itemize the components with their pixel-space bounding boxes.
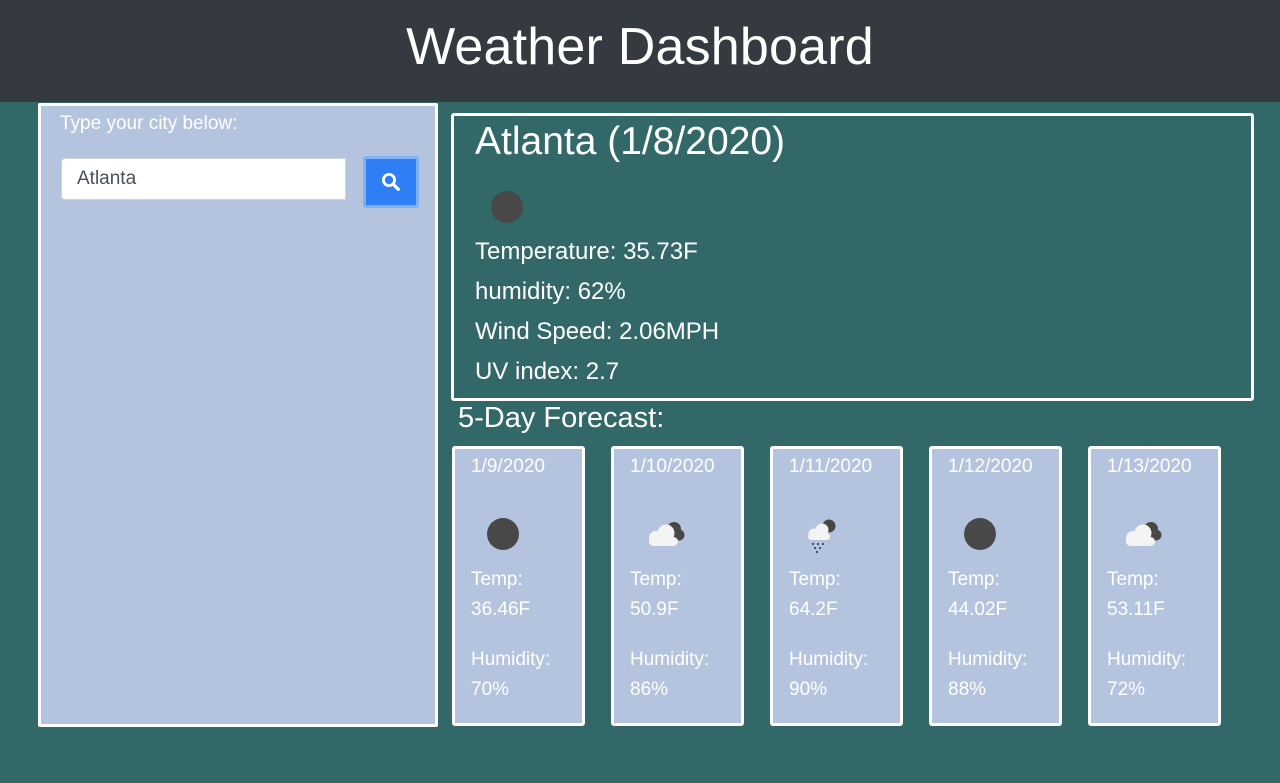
forecast-humidity: 72% <box>1107 679 1146 700</box>
forecast-date: 1/9/2020 <box>471 456 545 477</box>
forecast-card: 1/11/2020 Temp: 64.2F Humidity: 90% <box>770 446 903 726</box>
forecast-card: 1/12/2020 Temp: 44.02F Humidity: 88% <box>929 446 1062 726</box>
rain-night-icon <box>808 519 836 554</box>
search-icon <box>382 173 400 191</box>
search-panel: Type your city below: <box>38 103 438 727</box>
forecast-temp: 53.11F <box>1107 599 1165 620</box>
current-city-title: Atlanta (1/8/2020) <box>475 120 786 163</box>
forecast-temp-label: Temp: <box>630 569 682 590</box>
temperature-text: Temperature: 35.73F <box>475 238 698 265</box>
forecast-humidity-label: Humidity: <box>630 649 710 670</box>
moon-icon <box>487 518 519 550</box>
forecast-temp: 50.9F <box>630 599 679 620</box>
moon-icon <box>491 191 523 223</box>
forecast-date: 1/13/2020 <box>1107 456 1192 477</box>
uv-index-text: UV index: 2.7 <box>475 358 620 385</box>
forecast-humidity-label: Humidity: <box>471 649 551 670</box>
forecast-temp-label: Temp: <box>1107 569 1159 590</box>
search-label: Type your city below: <box>60 113 238 134</box>
forecast-humidity-label: Humidity: <box>948 649 1028 670</box>
header-bar: Weather Dashboard <box>0 0 1280 102</box>
city-search-input[interactable] <box>61 158 346 200</box>
forecast-date: 1/12/2020 <box>948 456 1033 477</box>
page-title: Weather Dashboard <box>406 18 874 76</box>
forecast-card: 1/9/2020 Temp: 36.46F Humidity: 70% <box>452 446 585 726</box>
forecast-temp: 44.02F <box>948 599 1008 620</box>
forecast-temp: 36.46F <box>471 599 531 620</box>
forecast-temp-label: Temp: <box>471 569 523 590</box>
cloud-night-icon <box>1126 522 1162 546</box>
forecast-humidity: 70% <box>471 679 510 700</box>
current-weather-card: Atlanta (1/8/2020) Temperature: 35.73F h… <box>451 113 1254 401</box>
humidity-text: humidity: 62% <box>475 278 626 305</box>
forecast-card: 1/13/2020 Temp: 53.11F Humidity: 72% <box>1088 446 1221 726</box>
wind-speed-text: Wind Speed: 2.06MPH <box>475 318 720 345</box>
forecast-temp-label: Temp: <box>789 569 841 590</box>
forecast-date: 1/10/2020 <box>630 456 715 477</box>
forecast-card: 1/10/2020 Temp: 50.9F Humidity: 86% <box>611 446 744 726</box>
moon-icon <box>964 518 996 550</box>
cloud-night-icon <box>649 522 685 546</box>
forecast-humidity-label: Humidity: <box>1107 649 1187 670</box>
forecast-temp-label: Temp: <box>948 569 1000 590</box>
forecast-temp: 64.2F <box>789 599 838 620</box>
forecast-humidity: 88% <box>948 679 987 700</box>
forecast-title: 5-Day Forecast: <box>458 402 665 434</box>
forecast-date: 1/11/2020 <box>789 456 873 477</box>
forecast-humidity: 90% <box>789 679 828 700</box>
search-button[interactable] <box>363 156 419 208</box>
forecast-humidity: 86% <box>630 679 669 700</box>
forecast-humidity-label: Humidity: <box>789 649 869 670</box>
